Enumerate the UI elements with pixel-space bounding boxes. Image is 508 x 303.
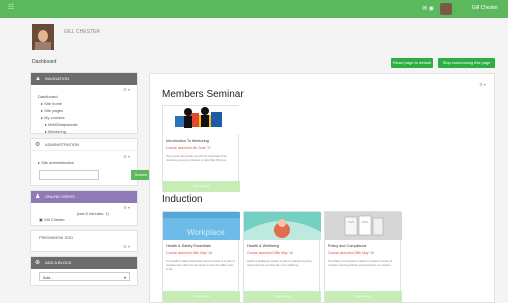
admin-item-site-administration[interactable]: ▸ Site administration [38, 159, 74, 166]
course-description: Health & Wellbeing consists a suite of m… [247, 260, 312, 267]
nav-item-site-pages[interactable]: ▸ Site pages [38, 107, 77, 114]
nav-item-dashboard[interactable]: Dashboard [38, 93, 77, 100]
user-name[interactable]: Gill Chester [472, 5, 498, 11]
breadcrumb[interactable]: Dashboard [32, 59, 56, 65]
nav-item-my-courses[interactable]: ▸ My courses [38, 114, 77, 121]
members-section-title: Members Seminar [162, 89, 244, 100]
add-block-title: ADD A BLOCK [45, 260, 72, 265]
navigation-tree: Dashboard ▸ Site home ▸ Site pages ▸ My … [38, 93, 77, 135]
course-launched-date: Course launched 28th May '16 [247, 251, 293, 255]
course-title: Health & Wellbeing [247, 244, 280, 248]
course-description: The Health & Safety Essentials course co… [166, 260, 235, 271]
user-avatar[interactable] [440, 3, 452, 15]
nav-item-course-1[interactable]: ▸ MINDMapsionist [38, 121, 77, 128]
course-title: Health & Safety Essentials [166, 244, 211, 248]
course-card-introduction-to-mentoring[interactable]: Introduction To Mentoring Course launche… [162, 105, 240, 192]
block-controls-icon[interactable]: ⚙ ▾ [123, 205, 130, 210]
user-icon: ▣ [39, 217, 43, 222]
puzzle-image [175, 107, 222, 128]
freshdesk-title: FRESHDESK SSO [39, 235, 74, 240]
online-users-count: (last 5 minutes: 1) [77, 211, 109, 216]
navigation-block: ▲ NAVIGATION ⚙ ▾ Dashboard ▸ Site home ▸… [30, 72, 138, 134]
dropdown-caret-icon: ▾ [123, 275, 126, 280]
course-launched-date: Course launched 4th June '17 [166, 146, 211, 150]
view-course-button[interactable]: View course [163, 291, 240, 302]
induction-section-title: Induction [162, 194, 203, 205]
administration-header: ⚙ ADMINISTRATION [31, 139, 137, 151]
profile-shirt-image [35, 42, 51, 50]
profile-name: GILL CHESTER [64, 29, 100, 35]
profile-face-image [38, 30, 48, 42]
app-logo-icon[interactable]: ☷ [8, 4, 20, 12]
online-users-title: ONLINE USERS [45, 194, 75, 199]
add-block: ⊕ ADD A BLOCK Add... ▾ [30, 256, 138, 286]
gears-icon: ⚙ [35, 142, 41, 148]
administration-block: ⚙ ADMINISTRATION ⚙ ▾ ▸ Site administrati… [30, 138, 151, 186]
course-launched-date: Course launched 28th May '16 [166, 251, 212, 255]
add-block-select[interactable]: Add... ▾ [39, 272, 130, 281]
users-icon: ♟ [35, 194, 41, 200]
block-controls-icon[interactable]: ⚙ ▾ [479, 82, 486, 87]
course-card-policy-compliance[interactable]: Policy and Compliance Course launched 28… [324, 211, 402, 303]
view-course-button[interactable]: View course [325, 291, 402, 302]
reset-page-button[interactable]: Reset page to default [391, 58, 433, 68]
nav-item-site-home[interactable]: ▸ Site home [38, 100, 77, 107]
documents-image [344, 215, 384, 236]
online-users-block: ♟ ONLINE USERS ⚙ ▾ (last 5 minutes: 1) ▣… [30, 190, 138, 226]
search-input[interactable] [39, 170, 99, 180]
workplace-image-text: Workplace [187, 228, 225, 237]
wellbeing-image [244, 219, 321, 240]
nav-item-course-2[interactable]: ▸ Mentoring [38, 128, 77, 135]
course-image [244, 212, 321, 240]
add-block-header: ⊕ ADD A BLOCK [31, 257, 137, 269]
view-course-button[interactable]: View course [163, 181, 240, 192]
navigation-title: NAVIGATION [45, 76, 70, 81]
navigation-header: ▲ NAVIGATION [31, 73, 137, 85]
course-description: This course will provide you with the es… [166, 155, 227, 162]
stop-customising-button[interactable]: Stop customising this page [438, 58, 495, 68]
online-user-entry[interactable]: ▣ Gill Chester [39, 216, 65, 223]
notification-icons[interactable]: ✉ ◉ [422, 5, 434, 12]
course-card-health-wellbeing[interactable]: Health & Wellbeing Course launched 28th … [243, 211, 321, 303]
course-card-health-safety[interactable]: Workplace Health & Safety Essentials Cou… [162, 211, 240, 303]
course-description: The Policy & Compliance collection consi… [328, 260, 393, 267]
online-users-header: ♟ ONLINE USERS [31, 191, 137, 203]
administration-title: ADMINISTRATION [45, 142, 79, 147]
course-image [325, 212, 402, 240]
administration-tree: ▸ Site administration [38, 159, 74, 166]
block-controls-icon[interactable]: ⚙ ▾ [123, 154, 130, 159]
main-content-panel: ⚙ ▾ Members Seminar Introduction To Ment… [149, 73, 495, 303]
plus-circle-icon: ⊕ [35, 260, 41, 266]
view-course-button[interactable]: View course [244, 291, 321, 302]
block-controls-icon[interactable]: ⚙ ▾ [123, 244, 130, 249]
profile-picture[interactable] [32, 24, 54, 50]
course-image: Workplace [163, 212, 240, 240]
search-button[interactable]: Search [131, 170, 151, 180]
course-title: Introduction To Mentoring [166, 139, 209, 143]
block-controls-icon[interactable]: ⚙ ▾ [123, 87, 130, 92]
course-launched-date: Course launched 28th May '16 [328, 251, 374, 255]
freshdesk-block: FRESHDESK SSO ⚙ ▾ [30, 230, 138, 252]
course-image [163, 106, 240, 134]
course-title: Policy and Compliance [328, 244, 367, 248]
top-navigation-bar: ☷ ✉ ◉ Gill Chester [0, 0, 508, 18]
navigation-icon: ▲ [35, 76, 41, 82]
